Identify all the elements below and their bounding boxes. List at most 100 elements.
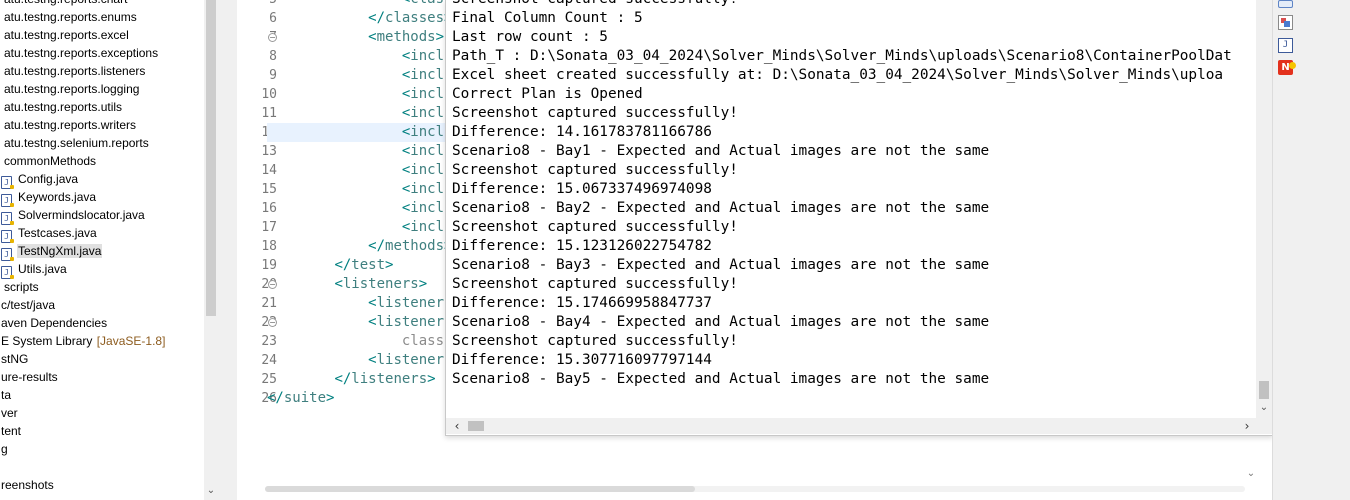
tree-item[interactable] bbox=[0, 458, 204, 476]
tree-item-label: ver bbox=[1, 406, 18, 420]
console-line: Scenario8 - Bay5 - Expected and Actual i… bbox=[452, 371, 990, 387]
tree-item[interactable]: J Utils.java bbox=[0, 260, 204, 279]
console-line: Path_T : D:\Sonata_03_04_2024\Solver_Min… bbox=[452, 48, 1232, 64]
code-token: < bbox=[368, 352, 377, 368]
tree-item[interactable]: E System Library [JavaSE-1.8] bbox=[0, 332, 204, 350]
tree-item[interactable]: J Keywords.java bbox=[0, 188, 204, 207]
tree-item[interactable]: reenshots bbox=[0, 476, 204, 494]
tree-item[interactable]: atu.testng.reports.exceptions bbox=[0, 44, 204, 62]
chevron-right-icon[interactable]: › bbox=[1240, 418, 1254, 434]
console-line: Difference: 14.161783781166786 bbox=[452, 124, 712, 140]
code-token: test bbox=[351, 257, 386, 273]
chevron-left-icon[interactable]: ‹ bbox=[450, 418, 464, 434]
explorer-scrollbar-thumb[interactable] bbox=[206, 0, 216, 316]
tree-item-label: Utils.java bbox=[18, 262, 67, 276]
console-line: Excel sheet created successfully at: D:\… bbox=[452, 67, 1224, 83]
tree-item-label: ta bbox=[1, 388, 12, 402]
view-divider[interactable] bbox=[218, 0, 237, 500]
outline-view-icon[interactable] bbox=[1278, 0, 1293, 8]
code-token: listener bbox=[376, 314, 445, 330]
tree-item-label bbox=[0, 460, 2, 474]
console-vertical-scrollbar[interactable]: ⌄ bbox=[1256, 0, 1272, 418]
tree-item[interactable]: scripts bbox=[0, 278, 204, 296]
tree-item[interactable]: ure-results bbox=[0, 368, 204, 386]
tree-item[interactable]: J Testcases.java bbox=[0, 224, 204, 243]
tree-item[interactable]: J Solvermindslocator.java bbox=[0, 206, 204, 225]
tree-item[interactable]: aven Dependencies bbox=[0, 314, 204, 332]
tree-item[interactable]: g bbox=[0, 440, 204, 458]
tree-item[interactable]: atu.testng.reports.excel bbox=[0, 26, 204, 44]
tree-item[interactable]: atu.testng.reports.chart bbox=[0, 0, 204, 8]
code-token: </ bbox=[334, 371, 352, 387]
tree-item[interactable]: stNG bbox=[0, 350, 204, 368]
tree-item-label: commonMethods bbox=[4, 154, 97, 168]
code-token: > bbox=[427, 371, 436, 387]
window-margin bbox=[1297, 0, 1350, 500]
tree-item-label: TestNgXml.java bbox=[17, 244, 103, 258]
code-token: listener bbox=[376, 295, 445, 311]
console-line: Screenshot captured successfully! bbox=[452, 333, 738, 349]
tree-item-label: Testcases.java bbox=[18, 226, 97, 240]
tree-item-label: stNG bbox=[1, 352, 29, 366]
testng-icon[interactable]: N bbox=[1278, 60, 1296, 75]
task-list-icon[interactable] bbox=[1278, 15, 1293, 30]
editor-horizontal-scrollbar[interactable] bbox=[265, 484, 1260, 494]
tree-item[interactable]: J Config.java bbox=[0, 170, 204, 189]
code-token: listeners bbox=[351, 371, 428, 387]
tree-item-label: E System Library bbox=[1, 334, 96, 348]
tree-item-label: atu.testng.reports.chart bbox=[3, 0, 128, 6]
console-vertical-scrollbar-thumb[interactable] bbox=[1259, 381, 1269, 399]
scrollbar-thumb[interactable] bbox=[265, 486, 695, 492]
package-explorer: atu.testng.reports.chart atu.testng.repor… bbox=[0, 0, 218, 500]
tree-item[interactable]: atu.testng.reports.writers bbox=[0, 116, 204, 134]
tree-item[interactable]: atu.testng.reports.utils bbox=[0, 98, 204, 116]
tree-item[interactable]: commonMethods bbox=[0, 152, 204, 170]
code-token: listeners bbox=[342, 276, 419, 292]
code-token: methods bbox=[376, 29, 436, 45]
tree-item[interactable]: ver bbox=[0, 404, 204, 422]
scrollbar-corner bbox=[1256, 418, 1272, 434]
tree-item[interactable]: J TestNgXml.java bbox=[0, 242, 204, 261]
tree-item[interactable]: atu.testng.reports.listeners bbox=[0, 62, 204, 80]
project-tree: atu.testng.reports.chart atu.testng.repor… bbox=[0, 0, 204, 494]
console-line: Scenario8 - Bay2 - Expected and Actual i… bbox=[452, 200, 990, 216]
console-output-popup: Screenshot captured successfully!Final C… bbox=[445, 0, 1273, 436]
code-token: methods bbox=[385, 238, 445, 254]
tree-item-label: atu.testng.reports.utils bbox=[4, 100, 123, 114]
tree-item[interactable]: atu.testng.selenium.reports bbox=[0, 134, 204, 152]
code-token: > bbox=[418, 276, 428, 292]
code-token: </ bbox=[267, 390, 284, 406]
console-horizontal-scrollbar-thumb[interactable] bbox=[468, 421, 484, 431]
console-output-text[interactable]: Screenshot captured successfully!Final C… bbox=[452, 0, 1257, 416]
chevron-down-icon[interactable]: ⌄ bbox=[204, 484, 218, 498]
code-token: > bbox=[326, 390, 335, 406]
junit-icon[interactable]: J bbox=[1278, 38, 1293, 53]
tree-item-label: atu.testng.reports.listeners bbox=[4, 64, 146, 78]
console-line: Difference: 15.123126022754782 bbox=[452, 238, 712, 254]
chevron-down-icon[interactable]: ⌄ bbox=[1244, 468, 1258, 482]
code-token: < bbox=[334, 276, 343, 292]
tree-item[interactable]: ta bbox=[0, 386, 204, 404]
explorer-scrollbar[interactable]: ⌄ bbox=[204, 0, 218, 500]
tree-item[interactable]: atu.testng.reports.enums bbox=[0, 8, 204, 26]
tree-item-label: ure-results bbox=[1, 370, 58, 384]
tree-item-label: atu.testng.reports.logging bbox=[4, 82, 140, 96]
tree-item[interactable]: atu.testng.reports.logging bbox=[0, 80, 204, 98]
console-horizontal-scrollbar[interactable]: ‹ › bbox=[446, 418, 1258, 434]
code-token: > bbox=[385, 257, 394, 273]
tree-item[interactable]: tent bbox=[0, 422, 204, 440]
tree-item[interactable]: c/test/java bbox=[0, 296, 204, 314]
chevron-down-icon[interactable]: ⌄ bbox=[1256, 401, 1272, 415]
